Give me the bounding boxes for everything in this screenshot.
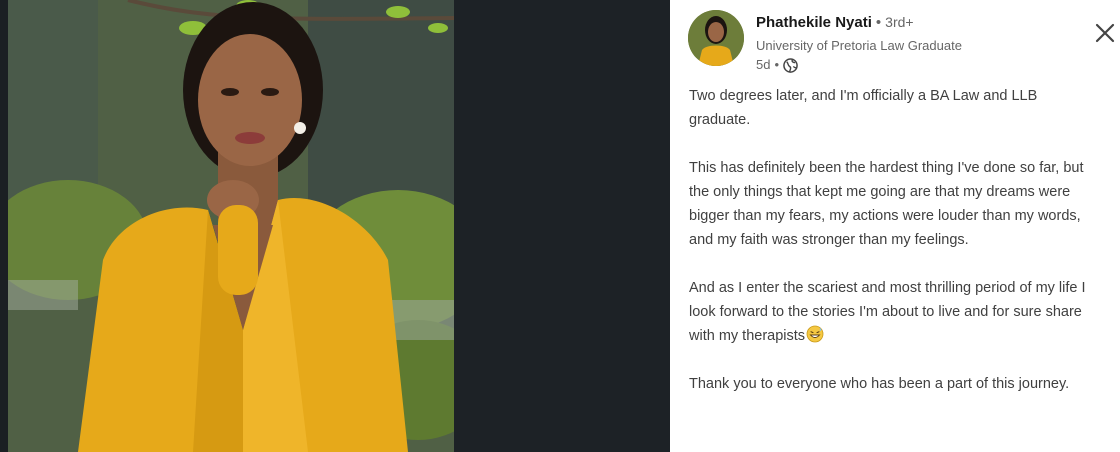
author-headline: University of Pretoria Law Graduate — [756, 38, 962, 53]
post-paragraph-text: And as I enter the scariest and most thr… — [689, 280, 1086, 344]
close-icon[interactable] — [1094, 22, 1116, 44]
post-time: 5d — [756, 57, 771, 72]
post-paragraph: Two degrees later, and I'm officially a … — [689, 88, 1038, 128]
post-detail-panel: Phathekile Nyati • 3rd+ University of Pr… — [670, 0, 1120, 452]
post-paragraph-with-emoji: And as I enter the scariest and most thr… — [689, 276, 1099, 348]
photo-backdrop — [454, 0, 670, 452]
globe-icon — [783, 57, 798, 73]
post-paragraph: This has definitely been the hardest thi… — [689, 160, 1084, 248]
author-info: Phathekile Nyati • 3rd+ University of Pr… — [756, 12, 1056, 74]
meta-separator: • — [774, 57, 780, 72]
post-photo[interactable] — [8, 0, 454, 452]
left-strip — [0, 0, 8, 452]
grinning-sweat-emoji — [806, 325, 824, 343]
connection-degree: 3rd+ — [885, 14, 914, 30]
author-name-row: Phathekile Nyati • 3rd+ — [756, 12, 1056, 33]
post-meta: 5d • — [756, 56, 1056, 74]
avatar-image — [688, 10, 744, 66]
post-paragraph: Thank you to everyone who has been a par… — [689, 376, 1070, 392]
post-text: Two degrees later, and I'm officially a … — [689, 84, 1099, 396]
author-avatar[interactable] — [688, 10, 744, 66]
author-name[interactable]: Phathekile Nyati — [756, 13, 872, 33]
degree-separator: • — [875, 14, 882, 31]
post-photo-illustration — [8, 0, 454, 452]
